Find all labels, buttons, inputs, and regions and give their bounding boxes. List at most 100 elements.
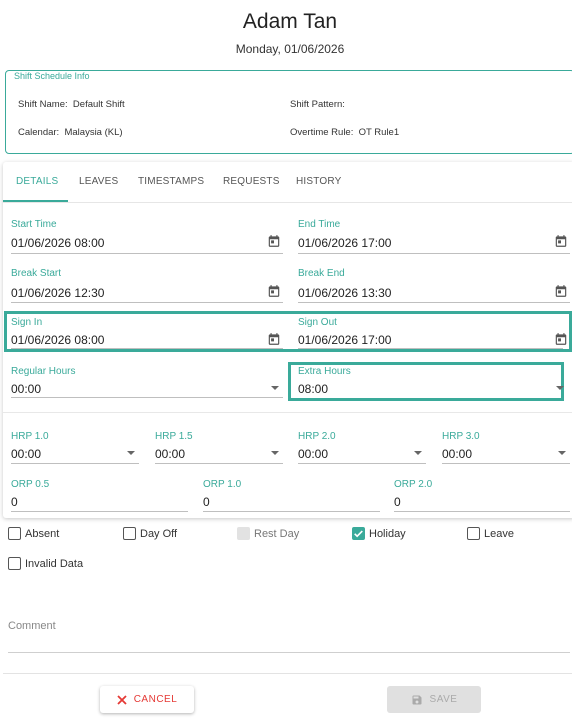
save-button-label: SAVE xyxy=(429,694,458,705)
regular-hours-underline xyxy=(11,397,283,398)
break-start-label: Break Start xyxy=(11,268,62,279)
rest-day-checkbox xyxy=(237,527,250,540)
invalid-data-checkbox[interactable] xyxy=(8,557,21,570)
shift-pattern-label: Shift Pattern: xyxy=(290,99,345,110)
calendar-row: Calendar: Malaysia (KL) xyxy=(18,127,123,138)
break-start-underline xyxy=(11,302,283,303)
hrp-2-0-underline xyxy=(298,463,426,464)
sign-out-underline xyxy=(298,348,563,349)
dropdown-arrow-icon[interactable] xyxy=(127,451,135,455)
start-time-label: Start Time xyxy=(11,219,57,230)
orp-1-0-label: ORP 1.0 xyxy=(203,479,242,490)
employee-name: Adam Tan xyxy=(242,10,338,33)
dropdown-arrow-icon[interactable] xyxy=(558,451,566,455)
calendar-icon[interactable] xyxy=(267,234,281,248)
holiday-checkbox[interactable] xyxy=(352,527,365,540)
start-time-input[interactable]: 01/06/2026 08:00 xyxy=(11,236,104,250)
hrp-1-0-label: HRP 1.0 xyxy=(11,431,49,442)
holiday-label: Holiday xyxy=(369,528,406,540)
sign-out-label: Sign Out xyxy=(298,317,337,328)
comment-underline xyxy=(8,652,570,653)
dropdown-arrow-icon[interactable] xyxy=(556,386,564,390)
tabs-divider xyxy=(3,202,572,203)
tab-leaves[interactable]: LEAVES xyxy=(79,176,118,187)
comment-input[interactable]: Comment xyxy=(8,620,56,632)
tab-history[interactable]: HISTORY xyxy=(296,176,342,187)
leave-label: Leave xyxy=(484,528,514,540)
calendar-icon[interactable] xyxy=(554,234,568,248)
hrp-2-0-label: HRP 2.0 xyxy=(298,431,336,442)
rest-day-label: Rest Day xyxy=(254,528,300,540)
orp-1-0-underline xyxy=(203,511,380,512)
extra-hours-select[interactable]: 08:00 xyxy=(298,382,328,396)
hrp-2-0-select[interactable]: 00:00 xyxy=(298,447,328,461)
break-end-label: Break End xyxy=(298,268,345,279)
orp-2-0-input[interactable]: 0 xyxy=(394,495,401,509)
calendar-icon[interactable] xyxy=(554,284,568,298)
hrp-3-0-label: HRP 3.0 xyxy=(442,431,480,442)
break-start-input[interactable]: 01/06/2026 12:30 xyxy=(11,286,104,300)
calendar-icon[interactable] xyxy=(267,284,281,298)
cancel-button[interactable]: CANCEL xyxy=(100,686,194,713)
overtime-rule-row: Overtime Rule: OT Rule1 xyxy=(290,127,399,138)
orp-1-0-input[interactable]: 0 xyxy=(203,495,210,509)
dropdown-arrow-icon[interactable] xyxy=(414,451,422,455)
orp-2-0-label: ORP 2.0 xyxy=(394,479,433,490)
calendar-value: Malaysia (KL) xyxy=(64,127,123,138)
hrp-1-5-select[interactable]: 00:00 xyxy=(155,447,185,461)
invalid-data-label: Invalid Data xyxy=(25,558,84,570)
shift-name-row: Shift Name: Default Shift xyxy=(18,99,125,110)
shift-schedule-info-legend: Shift Schedule Info xyxy=(13,71,91,81)
hrp-1-5-label: HRP 1.5 xyxy=(155,431,193,442)
calendar-icon[interactable] xyxy=(554,332,568,346)
start-time-underline xyxy=(11,253,283,254)
dropdown-arrow-icon[interactable] xyxy=(271,386,279,390)
absent-label: Absent xyxy=(25,528,60,540)
end-time-input[interactable]: 01/06/2026 17:00 xyxy=(298,236,391,250)
calendar-icon[interactable] xyxy=(267,332,281,346)
sign-in-input[interactable]: 01/06/2026 08:00 xyxy=(11,333,104,347)
extra-hours-label: Extra Hours xyxy=(298,366,351,377)
active-tab-indicator xyxy=(3,200,68,202)
hrp-1-5-underline xyxy=(155,463,283,464)
orp-0-5-underline xyxy=(11,511,188,512)
orp-0-5-label: ORP 0.5 xyxy=(11,479,50,490)
calendar-label: Calendar: xyxy=(18,127,60,138)
end-time-underline xyxy=(298,253,570,254)
overtime-rule-label: Overtime Rule: xyxy=(290,127,354,138)
shift-schedule-info-panel xyxy=(5,70,572,154)
save-icon xyxy=(412,695,422,704)
close-icon xyxy=(117,694,127,705)
sign-in-underline xyxy=(11,348,283,349)
regular-hours-label: Regular Hours xyxy=(11,366,76,377)
hrp-3-0-select[interactable]: 00:00 xyxy=(442,447,472,461)
sign-out-input[interactable]: 01/06/2026 17:00 xyxy=(298,333,391,347)
section-divider xyxy=(3,412,572,413)
cancel-button-label: CANCEL xyxy=(133,694,178,705)
shift-pattern-row: Shift Pattern: xyxy=(290,99,348,110)
sign-in-label: Sign In xyxy=(11,317,43,328)
break-end-underline xyxy=(298,302,570,303)
absent-checkbox[interactable] xyxy=(8,527,21,540)
tab-requests[interactable]: REQUESTS xyxy=(223,176,280,187)
orp-0-5-input[interactable]: 0 xyxy=(11,495,18,509)
hrp-1-0-underline xyxy=(11,463,139,464)
shift-name-label: Shift Name: xyxy=(18,99,68,110)
day-off-checkbox[interactable] xyxy=(123,527,136,540)
hrp-1-0-select[interactable]: 00:00 xyxy=(11,447,41,461)
shift-name-value: Default Shift xyxy=(72,99,125,110)
save-button[interactable]: SAVE xyxy=(387,686,481,713)
schedule-date: Monday, 01/06/2026 xyxy=(235,42,345,56)
leave-checkbox[interactable] xyxy=(467,527,480,540)
hrp-3-0-underline xyxy=(442,463,570,464)
regular-hours-select[interactable]: 00:00 xyxy=(11,382,41,396)
tab-timestamps[interactable]: TIMESTAMPS xyxy=(138,176,204,187)
end-time-label: End Time xyxy=(298,219,341,230)
dropdown-arrow-icon[interactable] xyxy=(271,451,279,455)
break-end-input[interactable]: 01/06/2026 13:30 xyxy=(298,286,391,300)
checkmark-icon xyxy=(354,530,363,538)
orp-2-0-underline xyxy=(394,511,570,512)
footer-divider xyxy=(3,673,572,674)
tab-details[interactable]: DETAILS xyxy=(16,176,58,187)
day-off-label: Day Off xyxy=(140,528,178,540)
